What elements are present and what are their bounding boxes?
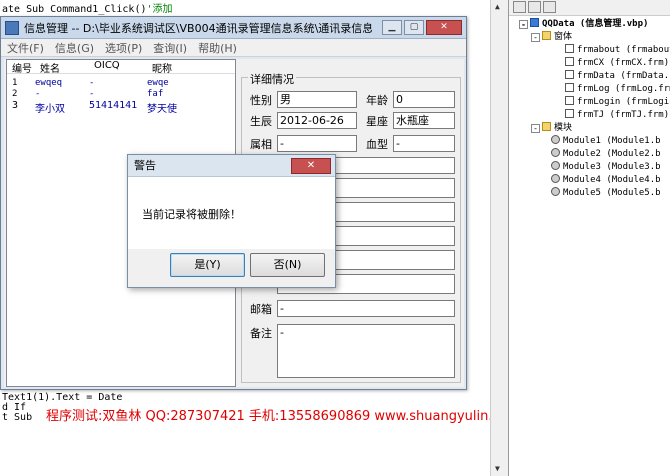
column-header[interactable]: OICQ	[89, 60, 147, 73]
window-title: 信息管理 -- D:\毕业系统调试区\VB004通讯录管理信息系统\通讯录信息管…	[24, 21, 372, 35]
dialog-close-icon[interactable]: ✕	[291, 158, 331, 174]
scroll-down-icon[interactable]: ▼	[495, 464, 500, 473]
form-icon	[565, 70, 574, 79]
code-scrollbar[interactable]: ▲ ▼	[490, 0, 508, 476]
tree-item-form[interactable]: frmLog (frmLog.frm	[509, 83, 670, 96]
collapse-icon[interactable]: -	[531, 124, 540, 133]
project-tree: - QQData (信息管理.vbp) - 窗体 frmabout (frmabou…	[509, 16, 670, 200]
module-icon	[551, 161, 560, 170]
project-explorer: - QQData (信息管理.vbp) - 窗体 frmabout (frmabou…	[508, 0, 670, 476]
zodiac-field[interactable]: -	[277, 135, 357, 152]
cell: -	[35, 89, 41, 99]
note-field[interactable]: -	[277, 324, 455, 378]
age-label: 年龄	[366, 94, 388, 107]
gender-label: 性别	[250, 94, 272, 107]
cell: 3	[12, 100, 19, 111]
close-icon[interactable]: ✕	[426, 20, 462, 35]
tree-item-form[interactable]: frmCX (frmCX.frm)	[509, 57, 670, 70]
yes-button[interactable]: 是(Y)	[170, 253, 245, 277]
birthday-field[interactable]: 2012-06-26	[277, 112, 357, 129]
menu-file[interactable]: 文件(F)	[7, 40, 44, 56]
tree-item-module[interactable]: Module5 (Module5.b	[509, 187, 670, 200]
collapse-icon[interactable]: -	[531, 33, 540, 42]
code-line: ate Sub Command1_Click()'添加	[2, 4, 173, 15]
tree-item-form[interactable]: frmData (frmData.fr	[509, 70, 670, 83]
tree-item-module[interactable]: Module4 (Module4.b	[509, 174, 670, 187]
blood-label: 血型	[366, 138, 388, 151]
view-object-icon[interactable]	[528, 1, 541, 13]
blood-field[interactable]: -	[393, 135, 455, 152]
minimize-icon[interactable]: ▁	[382, 20, 402, 35]
menu-query[interactable]: 查询(I)	[153, 40, 187, 56]
zodiac-label: 属相	[250, 138, 272, 151]
form-icon	[565, 57, 574, 66]
tree-item-module[interactable]: Module1 (Module1.b	[509, 135, 670, 148]
sign-label: 星座	[366, 115, 388, 128]
birthday-label: 生辰	[250, 115, 272, 128]
collapse-icon[interactable]: -	[519, 20, 528, 29]
cell: ewqeq	[35, 78, 63, 88]
cell: 梦天使	[147, 104, 177, 115]
form-icon	[565, 83, 574, 92]
warning-dialog: 警告 ✕ 当前记录将被删除！ 是(Y) 否(N)	[127, 154, 336, 288]
note-label: 备注	[250, 327, 272, 340]
column-header[interactable]: 昵称	[147, 60, 227, 75]
menu-help[interactable]: 帮助(H)	[198, 40, 237, 56]
menu-bar: 文件(F) 信息(G) 选项(P) 查询(I) 帮助(H)	[1, 39, 466, 57]
cell: -	[89, 89, 95, 99]
menu-info[interactable]: 信息(G)	[55, 40, 94, 56]
form-icon	[565, 96, 574, 105]
cell: 51414141	[89, 100, 138, 111]
cell: 1	[12, 78, 18, 88]
menu-options[interactable]: 选项(P)	[105, 40, 142, 56]
cell: -	[89, 78, 95, 88]
maximize-icon[interactable]: ▢	[404, 20, 424, 35]
dialog-body: 当前记录将被删除！	[128, 177, 335, 249]
tree-folder-forms[interactable]: - 窗体	[509, 31, 670, 44]
email-label: 邮箱	[250, 303, 272, 316]
view-code-icon[interactable]	[513, 1, 526, 13]
gender-field[interactable]: 男	[277, 91, 357, 108]
list-header: 编号 姓名 OICQ 昵称	[7, 60, 235, 75]
cell: faf	[147, 89, 164, 99]
email-field[interactable]: -	[277, 300, 455, 317]
code-line: t Sub	[2, 412, 33, 423]
project-icon	[530, 18, 539, 27]
form-icon	[565, 44, 574, 53]
module-icon	[551, 174, 560, 183]
scroll-up-icon[interactable]: ▲	[495, 2, 500, 11]
folder-icon	[542, 31, 551, 40]
cell: 李小双	[35, 104, 65, 115]
credit-text: 程序测试:双鱼林 QQ:287307421 手机:13558690869 www…	[46, 409, 521, 424]
sign-field[interactable]: 水瓶座	[393, 112, 455, 129]
cell: 2	[12, 89, 18, 99]
tree-item-module[interactable]: Module2 (Module2.b	[509, 148, 670, 161]
tree-folder-modules[interactable]: - 模块	[509, 122, 670, 135]
module-icon	[551, 135, 560, 144]
toggle-folders-icon[interactable]	[543, 1, 556, 13]
cell: ewqe	[147, 78, 169, 88]
form-icon	[565, 109, 574, 118]
column-header[interactable]: 编号	[7, 60, 35, 75]
no-button[interactable]: 否(N)	[250, 253, 325, 277]
list-row[interactable]: 1 ewqeq - ewqe	[7, 78, 235, 89]
tree-item-form[interactable]: frmLogin (frmLogin	[509, 96, 670, 109]
list-row[interactable]: 2 - - faf	[7, 89, 235, 100]
detail-frame-title: 详细情况	[248, 71, 296, 87]
module-icon	[551, 187, 560, 196]
folder-icon	[542, 122, 551, 131]
tree-project-root[interactable]: - QQData (信息管理.vbp)	[509, 18, 670, 31]
tree-item-module[interactable]: Module3 (Module3.b	[509, 161, 670, 174]
tree-item-form[interactable]: frmabout (frmabout	[509, 44, 670, 57]
app-icon	[5, 20, 19, 35]
explorer-toolbar	[509, 0, 670, 16]
age-field[interactable]: 0	[393, 91, 455, 108]
tree-item-form[interactable]: frmTJ (frmTJ.frm)	[509, 109, 670, 122]
module-icon	[551, 148, 560, 157]
column-header[interactable]: 姓名	[35, 60, 89, 75]
list-row[interactable]: 3 李小双 51414141 梦天使	[7, 100, 235, 115]
dialog-message: 当前记录将被删除！	[142, 208, 241, 221]
window-controls: ▁ ▢ ✕	[382, 20, 462, 35]
